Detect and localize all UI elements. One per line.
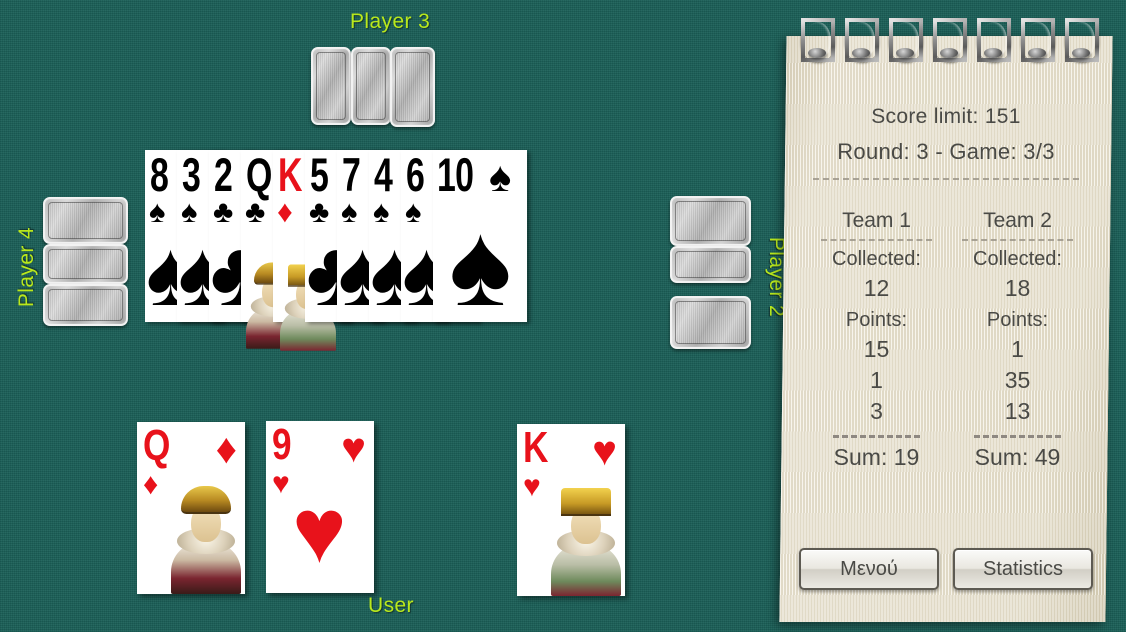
card-back[interactable]	[43, 244, 128, 284]
played-card-king-hearts[interactable]: K ♥ ♥	[517, 424, 625, 596]
divider	[962, 239, 1073, 241]
divider	[974, 435, 1061, 438]
spiral-ring-icon	[889, 18, 923, 62]
card-back[interactable]	[311, 47, 351, 125]
diamond-icon: ♦	[143, 468, 159, 501]
card-back[interactable]	[670, 296, 751, 349]
team2-column: Team 2 Collected: 18 Points: 1 35 13 Sum…	[946, 209, 1089, 471]
team2-name: Team 2	[983, 209, 1052, 232]
player-label-bottom: User	[368, 594, 414, 617]
divider	[813, 178, 1079, 180]
card-rank: 9	[272, 421, 292, 469]
team1-point-entry: 1	[870, 367, 883, 393]
spade-icon: ♠	[449, 199, 512, 331]
played-card-queen-diamonds[interactable]: Q ♦ ♦	[137, 422, 245, 594]
score-notepad: Score limit: 151 Round: 3 - Game: 3/3 Te…	[779, 18, 1113, 622]
card-rank: Q	[143, 422, 171, 470]
team2-point-entry: 13	[1004, 398, 1031, 424]
player-label-left: Player 4	[15, 226, 38, 308]
club-icon: ♣	[245, 194, 266, 229]
team2-point-entry: 35	[1004, 367, 1031, 393]
spiral-ring-icon	[933, 18, 967, 62]
team1-point-entry: 3	[870, 398, 883, 424]
card-rank: K	[278, 148, 302, 201]
spiral-binding	[783, 18, 1109, 62]
score-limit-text: Score limit: 151	[871, 105, 1021, 128]
card-rank: Q	[246, 148, 272, 201]
spade-icon: ♠	[489, 153, 512, 200]
card-rank: 3	[182, 148, 201, 201]
team1-collected-value: 12	[863, 275, 890, 301]
card-rank: 8	[150, 148, 169, 201]
divider	[833, 435, 920, 438]
team2-collected-label: Collected:	[973, 248, 1062, 270]
card-rank: 2	[214, 148, 233, 201]
spiral-ring-icon	[1021, 18, 1055, 62]
card-back[interactable]	[670, 196, 751, 246]
card-rank: 5	[310, 148, 329, 201]
notepad-buttons: Μενού Statistics	[783, 548, 1109, 590]
team1-sum: Sum: 19	[833, 444, 920, 470]
card-back[interactable]	[43, 284, 128, 326]
team1-collected-label: Collected:	[832, 248, 921, 270]
played-card-nine-hearts[interactable]: 9 ♥ ♥ ♥	[266, 421, 374, 593]
team1-column: Team 1 Collected: 12 Points: 15 1 3 Sum:…	[805, 209, 948, 471]
menu-button[interactable]: Μενού	[799, 548, 939, 590]
spiral-ring-icon	[801, 18, 835, 62]
heart-icon: ♥	[272, 467, 290, 500]
hand-card[interactable]: 10 ♠ ♠	[433, 148, 527, 331]
card-rank: 4	[374, 148, 393, 201]
team1-point-entry: 15	[863, 336, 890, 362]
queen-portrait	[167, 482, 245, 594]
heart-icon: ♥	[592, 427, 617, 474]
team1-name: Team 1	[842, 209, 911, 232]
card-back[interactable]	[351, 47, 391, 125]
card-back[interactable]	[390, 47, 435, 127]
heart-icon: ♥	[292, 480, 347, 582]
heart-icon: ♥	[341, 424, 366, 471]
card-rank: K	[523, 424, 549, 472]
divider	[821, 239, 932, 241]
team1-points-label: Points:	[845, 309, 908, 331]
diamond-icon: ♦	[277, 194, 293, 229]
team2-point-entry: 1	[1011, 336, 1024, 362]
king-portrait	[547, 484, 625, 596]
card-rank: 7	[342, 148, 361, 201]
team2-points-label: Points:	[986, 309, 1049, 331]
spiral-ring-icon	[845, 18, 879, 62]
card-back[interactable]	[43, 197, 128, 244]
diamond-icon: ♦	[215, 425, 237, 472]
spiral-ring-icon	[977, 18, 1011, 62]
player-label-top: Player 3	[350, 10, 431, 33]
card-back[interactable]	[670, 246, 751, 283]
spiral-ring-icon	[1065, 18, 1099, 62]
statistics-button[interactable]: Statistics	[953, 548, 1093, 590]
card-rank: 6	[406, 148, 425, 201]
team2-collected-value: 18	[1004, 275, 1031, 301]
heart-icon: ♥	[523, 470, 541, 503]
round-game-text: Round: 3 - Game: 3/3	[837, 139, 1055, 164]
game-table: Player 3 Player 4 Player 2 8 ♠ ♠ 3 ♠ ♠ 2…	[0, 0, 1126, 632]
team2-sum: Sum: 49	[974, 444, 1061, 470]
card-rank: 10	[437, 148, 474, 201]
